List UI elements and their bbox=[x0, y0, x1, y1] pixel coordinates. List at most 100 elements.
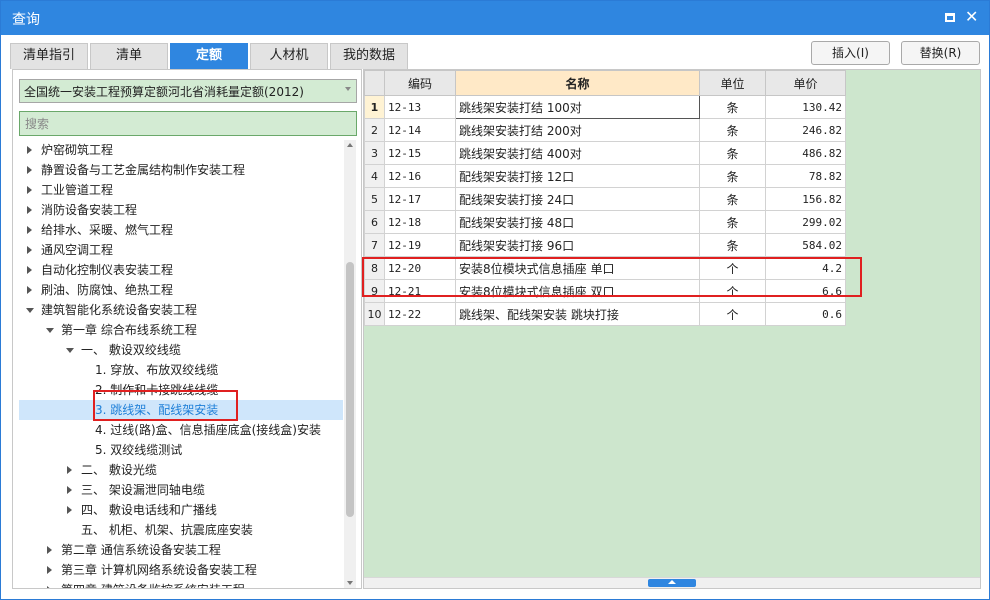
tree-item[interactable]: 静置设备与工艺金属结构制作安装工程 bbox=[19, 160, 343, 180]
tree-item[interactable]: 第三章 计算机网络系统设备安装工程 bbox=[19, 560, 343, 580]
search-input[interactable] bbox=[19, 111, 357, 136]
tree-item[interactable]: 第一章 综合布线系统工程 bbox=[19, 320, 343, 340]
cell-code[interactable]: 12-21 bbox=[384, 279, 456, 303]
expand-arrow-right-icon[interactable] bbox=[45, 560, 55, 580]
expand-arrow-down-icon[interactable] bbox=[25, 300, 35, 320]
cell-price[interactable]: 486.82 bbox=[765, 141, 846, 165]
scroll-down-icon[interactable] bbox=[347, 581, 353, 585]
tree-item[interactable]: 五、 机柜、机架、抗震底座安装 bbox=[19, 520, 343, 540]
cell-unit[interactable]: 个 bbox=[699, 302, 766, 326]
row-number[interactable]: 1 bbox=[364, 95, 385, 119]
cell-unit[interactable]: 个 bbox=[699, 279, 766, 303]
cell-name[interactable]: 跳线架安装打结 400对 bbox=[455, 141, 700, 165]
cell-price[interactable]: 156.82 bbox=[765, 187, 846, 211]
header-price[interactable]: 单价 bbox=[765, 70, 846, 96]
replace-button[interactable]: 替换(R) bbox=[901, 41, 980, 65]
cell-name[interactable]: 安装8位模块式信息插座 单口 bbox=[455, 256, 700, 280]
tree-item[interactable]: 四、 敷设电话线和广播线 bbox=[19, 500, 343, 520]
cell-unit[interactable]: 条 bbox=[699, 187, 766, 211]
tree-item[interactable]: 3. 跳线架、配线架安装 bbox=[19, 400, 343, 420]
title-bar[interactable]: 查询 ✕ bbox=[1, 1, 989, 35]
tree-item[interactable]: 给排水、采暖、燃气工程 bbox=[19, 220, 343, 240]
tab-labor-material-machine[interactable]: 人材机 bbox=[250, 43, 328, 69]
header-code[interactable]: 编码 bbox=[384, 70, 456, 96]
cell-price[interactable]: 78.82 bbox=[765, 164, 846, 188]
cell-code[interactable]: 12-20 bbox=[384, 256, 456, 280]
cell-code[interactable]: 12-19 bbox=[384, 233, 456, 257]
grid-horizontal-scrollbar[interactable] bbox=[364, 577, 980, 588]
table-row[interactable]: 4 12-16 配线架安装打接 12口条 78.82 bbox=[364, 164, 846, 188]
expand-arrow-down-icon[interactable] bbox=[45, 320, 55, 340]
cell-unit[interactable]: 条 bbox=[699, 118, 766, 142]
tree-item[interactable]: 刷油、防腐蚀、绝热工程 bbox=[19, 280, 343, 300]
cell-unit[interactable]: 条 bbox=[699, 210, 766, 234]
row-number[interactable]: 2 bbox=[364, 118, 385, 142]
cell-price[interactable]: 584.02 bbox=[765, 233, 846, 257]
row-number[interactable]: 5 bbox=[364, 187, 385, 211]
cell-price[interactable]: 130.42 bbox=[765, 95, 846, 119]
tree-item[interactable]: 第二章 通信系统设备安装工程 bbox=[19, 540, 343, 560]
tree-item[interactable]: 2. 制作和卡接跳线线缆 bbox=[19, 380, 343, 400]
cell-price[interactable]: 6.6 bbox=[765, 279, 846, 303]
expand-arrow-right-icon[interactable] bbox=[65, 460, 75, 480]
scroll-up-icon[interactable] bbox=[347, 143, 353, 147]
expand-arrow-right-icon[interactable] bbox=[25, 280, 35, 300]
cell-price[interactable]: 246.82 bbox=[765, 118, 846, 142]
tree-item[interactable]: 建筑智能化系统设备安装工程 bbox=[19, 300, 343, 320]
table-row[interactable]: 1 12-13 跳线架安装打结 100对条 130.42 bbox=[364, 95, 846, 119]
expand-arrow-right-icon[interactable] bbox=[45, 540, 55, 560]
row-number[interactable]: 3 bbox=[364, 141, 385, 165]
cell-unit[interactable]: 条 bbox=[699, 164, 766, 188]
row-number[interactable]: 10 bbox=[364, 302, 385, 326]
row-number[interactable]: 9 bbox=[364, 279, 385, 303]
cell-unit[interactable]: 个 bbox=[699, 256, 766, 280]
cell-code[interactable]: 12-18 bbox=[384, 210, 456, 234]
close-button[interactable]: ✕ bbox=[963, 8, 981, 27]
cell-price[interactable]: 0.6 bbox=[765, 302, 846, 326]
tree-item[interactable]: 二、 敷设光缆 bbox=[19, 460, 343, 480]
tree-item[interactable]: 4. 过线(路)盒、信息插座底盒(接线盒)安装 bbox=[19, 420, 343, 440]
cell-name[interactable]: 安装8位模块式信息插座 双口 bbox=[455, 279, 700, 303]
scrollbar-thumb[interactable] bbox=[346, 262, 354, 517]
tree-item[interactable]: 自动化控制仪表安装工程 bbox=[19, 260, 343, 280]
cell-code[interactable]: 12-17 bbox=[384, 187, 456, 211]
expand-arrow-right-icon[interactable] bbox=[45, 580, 55, 588]
table-row[interactable]: 7 12-19 配线架安装打接 96口条 584.02 bbox=[364, 233, 846, 257]
expand-arrow-right-icon[interactable] bbox=[65, 500, 75, 520]
tab-my-data[interactable]: 我的数据 bbox=[330, 43, 408, 69]
tab-list[interactable]: 清单 bbox=[90, 43, 168, 69]
tab-list-guide[interactable]: 清单指引 bbox=[10, 43, 88, 69]
expand-arrow-right-icon[interactable] bbox=[25, 160, 35, 180]
table-row[interactable]: 8 12-20 安装8位模块式信息插座 单口个 4.2 bbox=[364, 256, 846, 280]
row-number[interactable]: 8 bbox=[364, 256, 385, 280]
cell-code[interactable]: 12-14 bbox=[384, 118, 456, 142]
expand-arrow-right-icon[interactable] bbox=[25, 220, 35, 240]
expand-arrow-right-icon[interactable] bbox=[25, 260, 35, 280]
maximize-button[interactable] bbox=[941, 9, 959, 27]
row-number[interactable]: 6 bbox=[364, 210, 385, 234]
cell-price[interactable]: 299.02 bbox=[765, 210, 846, 234]
tree-item[interactable]: 三、 架设漏泄同轴电缆 bbox=[19, 480, 343, 500]
cell-name[interactable]: 跳线架、配线架安装 跳块打接 bbox=[455, 302, 700, 326]
header-unit[interactable]: 单位 bbox=[699, 70, 766, 96]
row-number[interactable]: 4 bbox=[364, 164, 385, 188]
row-number[interactable]: 7 bbox=[364, 233, 385, 257]
cell-code[interactable]: 12-15 bbox=[384, 141, 456, 165]
tree-item[interactable]: 第四章 建筑设备监控系统安装工程 bbox=[19, 580, 343, 588]
tree-item[interactable]: 消防设备安装工程 bbox=[19, 200, 343, 220]
cell-unit[interactable]: 条 bbox=[699, 141, 766, 165]
expand-arrow-right-icon[interactable] bbox=[25, 240, 35, 260]
expand-arrow-right-icon[interactable] bbox=[25, 140, 35, 160]
insert-button[interactable]: 插入(I) bbox=[811, 41, 890, 65]
header-name[interactable]: 名称 bbox=[455, 70, 700, 96]
cell-price[interactable]: 4.2 bbox=[765, 256, 846, 280]
tree-item[interactable]: 工业管道工程 bbox=[19, 180, 343, 200]
table-row[interactable]: 10 12-22 跳线架、配线架安装 跳块打接个 0.6 bbox=[364, 302, 846, 326]
table-row[interactable]: 6 12-18 配线架安装打接 48口条 299.02 bbox=[364, 210, 846, 234]
tree-item[interactable]: 1. 穿放、布放双绞线缆 bbox=[19, 360, 343, 380]
cell-name[interactable]: 配线架安装打接 24口 bbox=[455, 187, 700, 211]
quota-library-select[interactable]: 全国统一安装工程预算定额河北省消耗量定额(2012) bbox=[19, 79, 357, 103]
tree-item[interactable]: 炉窑砌筑工程 bbox=[19, 140, 343, 160]
expand-arrow-right-icon[interactable] bbox=[25, 180, 35, 200]
tree-scrollbar[interactable] bbox=[344, 140, 356, 588]
